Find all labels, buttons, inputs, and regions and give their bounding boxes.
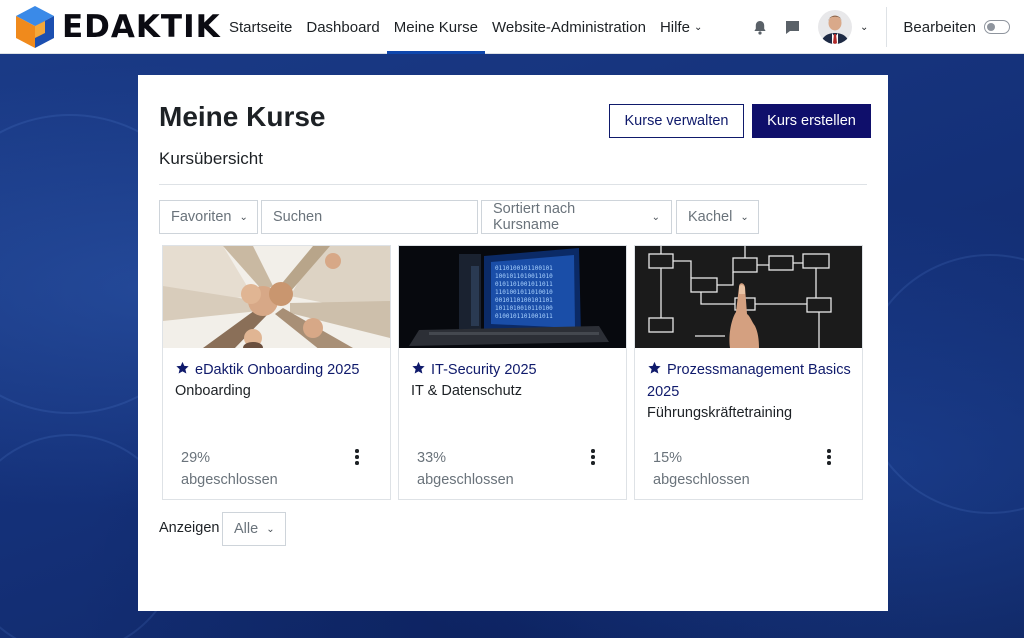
nav-item-hilfe[interactable]: Hilfe ⌄ [653,0,709,54]
chat-icon [785,20,799,34]
top-navbar: EDAKTIK Startseite Dashboard Meine Kurse… [0,0,1024,54]
user-navigation: ⌄ Bearbeiten [744,0,1010,54]
course-title-link[interactable]: Prozessmanagement Basics 2025 [647,360,852,403]
nav-item-website-administration[interactable]: Website-Administration [485,0,653,54]
star-icon [176,361,189,374]
show-count-value: Alle [234,521,259,537]
course-card: eDaktik Onboarding 2025 Onboarding 29% a… [162,245,391,500]
avatar[interactable] [818,10,852,44]
flowchart-image [635,246,862,348]
primary-navigation: Startseite Dashboard Meine Kurse Website… [222,0,709,54]
svg-text:0100101101001011: 0100101101001011 [495,313,553,320]
manage-courses-button[interactable]: Kurse verwalten [609,104,744,138]
progress-percent: 29% [181,450,211,466]
messages-button[interactable] [776,11,808,43]
course-name: IT-Security 2025 [431,362,537,378]
star-icon [648,361,661,374]
course-image[interactable] [163,246,390,348]
course-title-link[interactable]: IT-Security 2025 [411,360,616,382]
course-progress: 29% abgeschlossen [181,447,278,491]
chevron-down-icon: ⌄ [266,523,275,535]
course-image[interactable] [635,246,862,348]
page-title: Meine Kurse [159,101,326,132]
team-hands-image [163,246,390,348]
progress-label: abgeschlossen [653,472,750,488]
binary-screen-image: 0110100101100101 1001011010011010 010110… [399,246,626,348]
course-category: IT & Datenschutz [411,383,522,399]
chevron-down-icon: ⌄ [693,21,703,33]
grouping-dropdown[interactable]: Favoriten ⌄ [159,200,258,234]
svg-text:0110100101100101: 0110100101100101 [495,265,553,272]
course-menu-icon[interactable] [821,448,837,466]
nav-label: Meine Kurse [393,18,478,36]
nav-label: Startseite [229,18,293,36]
progress-label: abgeschlossen [181,472,278,488]
course-menu-icon[interactable] [585,448,601,466]
brand-name: EDAKTIK [62,9,221,45]
chevron-down-icon[interactable]: ⌄ [860,22,868,33]
nav-label: Hilfe [659,18,690,36]
sort-value: Sortiert nach Kursname [493,201,576,233]
search-input[interactable] [261,200,478,234]
site-logo[interactable]: EDAKTIK [14,4,221,50]
chevron-down-icon: ⌄ [651,211,660,223]
course-image[interactable]: 0110100101100101 1001011010011010 010110… [399,246,626,348]
nav-item-meine-kurse[interactable]: Meine Kurse [386,0,486,54]
svg-text:1101001011010010: 1101001011010010 [495,289,553,296]
create-course-button[interactable]: Kurs erstellen [752,104,871,138]
cube-logo-icon [16,6,54,48]
course-title-link[interactable]: eDaktik Onboarding 2025 [175,360,380,382]
nav-item-startseite[interactable]: Startseite [222,0,299,54]
view-dropdown[interactable]: Kachel ⌄ [676,200,759,234]
progress-percent: 33% [417,450,447,466]
svg-text:0101101001011011: 0101101001011011 [495,281,553,288]
course-menu-icon[interactable] [349,448,365,466]
user-photo [818,10,852,44]
course-card: 0110100101100101 1001011010011010 010110… [398,245,627,500]
view-value: Kachel [688,209,733,225]
course-name: Prozessmanagement Basics 2025 [647,362,851,400]
svg-text:0010110100101101: 0010110100101101 [495,297,553,304]
progress-percent: 15% [653,450,683,466]
star-icon [412,361,425,374]
progress-label: abgeschlossen [417,472,514,488]
course-card: Prozessmanagement Basics 2025 Führungskr… [634,245,863,500]
edit-mode-label: Bearbeiten [903,18,976,36]
course-progress: 33% abgeschlossen [417,447,514,491]
notifications-button[interactable] [744,11,776,43]
course-category: Führungskräftetraining [647,405,793,421]
nav-label: Website-Administration [491,18,646,36]
nav-item-dashboard[interactable]: Dashboard [299,0,386,54]
show-label: Anzeigen [159,520,220,536]
main-content: Meine Kurse Kurse verwalten Kurs erstell… [138,75,888,611]
course-progress: 15% abgeschlossen [653,447,750,491]
chevron-down-icon: ⌄ [239,211,248,223]
bell-icon [754,20,766,35]
section-title: Kursübersicht [159,149,263,168]
edit-mode-toggle[interactable] [983,20,1010,34]
nav-label: Dashboard [306,18,380,36]
section-divider [159,184,867,185]
course-name: eDaktik Onboarding 2025 [195,362,360,378]
sort-dropdown[interactable]: Sortiert nach Kursname ⌄ [481,200,672,234]
show-count-dropdown[interactable]: Alle ⌄ [222,512,286,546]
svg-text:1011010010110100: 1011010010110100 [495,305,553,312]
grouping-value: Favoriten [171,209,232,225]
course-category: Onboarding [175,383,251,399]
svg-text:1001011010011010: 1001011010011010 [495,273,553,280]
navbar-divider [886,7,888,47]
chevron-down-icon: ⌄ [740,211,749,223]
